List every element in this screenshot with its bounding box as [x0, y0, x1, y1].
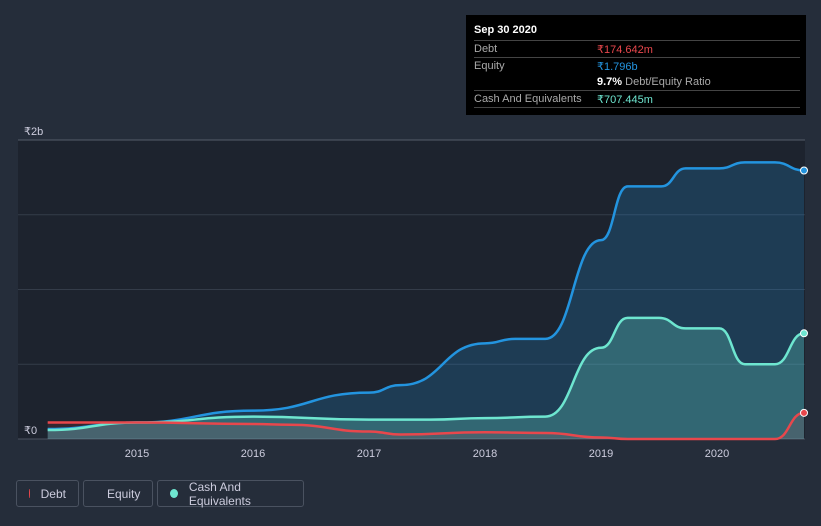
tooltip: Sep 30 2020 Debt ₹174.642m Equity ₹1.796…	[466, 15, 806, 115]
tooltip-ratio-label: Debt/Equity Ratio	[625, 76, 711, 88]
equity-end-point	[800, 166, 808, 175]
tooltip-debt-row: Debt ₹174.642m	[474, 40, 800, 58]
x-tick-label: 2017	[357, 448, 381, 460]
x-tick-label: 2016	[241, 448, 265, 460]
tooltip-equity-row: Equity ₹1.796b 9.7% Debt/Equity Ratio	[474, 57, 800, 91]
legend-debt-label: Debt	[40, 486, 66, 501]
legend-debt[interactable]: Debt	[16, 480, 79, 507]
x-tick-label: 2019	[589, 448, 613, 460]
tooltip-debt-label: Debt	[474, 43, 498, 55]
tooltip-cash-value: ₹707.445m	[597, 94, 653, 106]
y-tick-label: ₹2b	[24, 126, 43, 138]
tooltip-cash-row: Cash And Equivalents ₹707.445m	[474, 90, 800, 108]
tooltip-date: Sep 30 2020	[474, 24, 537, 36]
tooltip-ratio: 9.7% Debt/Equity Ratio	[597, 76, 711, 88]
x-tick-label: 2015	[125, 448, 149, 460]
legend-cash[interactable]: Cash And Equivalents	[157, 479, 304, 508]
legend-equity[interactable]: Equity	[83, 480, 153, 507]
x-tick-label: 2020	[705, 448, 729, 460]
debt-end-point	[800, 408, 808, 417]
tooltip-cash-label: Cash And Equivalents	[474, 93, 582, 105]
cash-dot-icon	[170, 489, 178, 498]
cash-and-equivalents-end-point	[800, 329, 808, 338]
tooltip-ratio-value: 9.7%	[597, 76, 623, 88]
legend-cash-label: Cash And Equivalents	[188, 479, 251, 508]
tooltip-equity-label: Equity	[474, 60, 505, 72]
x-tick-label: 2018	[473, 448, 497, 460]
tooltip-debt-value: ₹174.642m	[597, 44, 653, 56]
legend-equity-label: Equity	[107, 486, 141, 501]
y-tick-label: ₹0	[24, 425, 37, 437]
tooltip-equity-value: ₹1.796b	[597, 61, 638, 73]
debt-dot-icon	[29, 489, 30, 498]
tooltip-divider	[474, 107, 800, 108]
